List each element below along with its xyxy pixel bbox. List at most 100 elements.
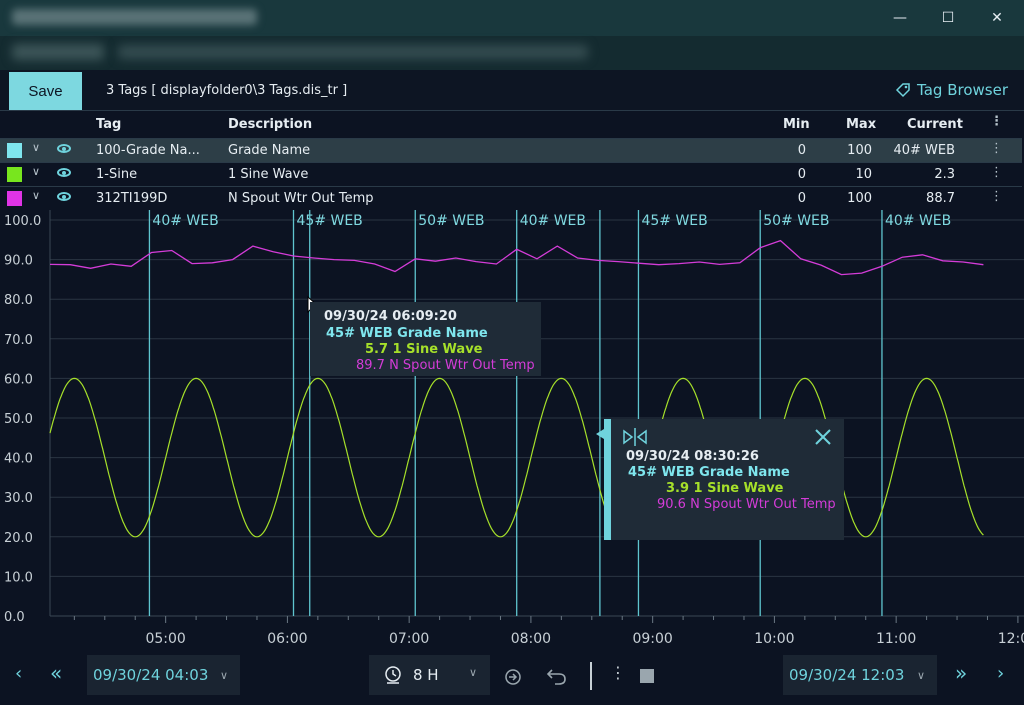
y-tick-label: 10.0 (4, 570, 33, 585)
x-tick-label: 06:00 (267, 631, 307, 647)
y-tick-label: 80.0 (4, 293, 33, 308)
end-time-picker[interactable]: 09/30/24 12:03 ∨ (783, 655, 937, 695)
start-time-picker[interactable]: 09/30/24 04:03 ∨ (87, 655, 240, 695)
row-current: 40# WEB (893, 143, 955, 158)
grade-change-label: 50# WEB (763, 213, 829, 229)
trend-file-title: 3 Tags [ displayfolder0\3 Tags.dis_tr ] (106, 83, 348, 98)
tooltip-time: 09/30/24 06:09:20 (324, 309, 457, 324)
y-tick-label: 0.0 (4, 610, 25, 625)
cursor-split-icon[interactable] (622, 427, 648, 447)
color-swatch[interactable] (7, 143, 22, 158)
grade-change-label: 40# WEB (885, 213, 951, 229)
chevron-down-icon: ∨ (916, 668, 925, 682)
color-swatch[interactable] (7, 167, 22, 182)
tooltip-sine: 5.7 1 Sine Wave (365, 342, 483, 357)
chevron-down-icon[interactable]: ∨ (32, 189, 40, 202)
tooltip-sine: 3.9 1 Sine Wave (666, 481, 784, 496)
step-forward-button[interactable]: › (997, 663, 1004, 684)
tag-icon (895, 83, 910, 98)
hover-tooltip: 09/30/24 06:09:20 45# WEB Grade Name 5.7… (310, 302, 541, 376)
maximize-button[interactable]: ☐ (925, 4, 971, 32)
header-description[interactable]: Description (228, 117, 312, 132)
row-min: 0 (797, 143, 806, 158)
y-tick-label: 20.0 (4, 531, 33, 546)
row-description: Grade Name (228, 143, 311, 158)
row-menu-icon[interactable]: ⋮ (990, 189, 1003, 204)
x-tick-label: 09:00 (632, 631, 672, 647)
grade-change-label: 50# WEB (418, 213, 484, 229)
tooltip-temp: 89.7 N Spout Wtr Out Temp (356, 358, 535, 373)
tag-grid-header: Tag Description Min Max Current ⋮ (0, 113, 1024, 137)
header-menu-icon[interactable]: ⋮ (990, 114, 1003, 129)
tag-browser-button[interactable]: Tag Browser (895, 81, 1008, 99)
y-tick-label: 90.0 (4, 254, 33, 269)
chevron-down-icon: ∨ (219, 668, 228, 682)
go-to-now-icon[interactable] (503, 667, 523, 687)
tooltip-grade: 45# WEB Grade Name (628, 465, 790, 480)
header-current[interactable]: Current (907, 117, 963, 132)
trend-toolbar: Save 3 Tags [ displayfolder0\3 Tags.dis_… (0, 70, 1024, 111)
clock-icon (385, 666, 401, 684)
y-tick-label: 60.0 (4, 372, 33, 387)
tooltip-grade: 45# WEB Grade Name (326, 326, 488, 341)
toolbar-divider (590, 662, 592, 690)
pinned-cursor-tooltip[interactable]: 09/30/24 08:30:26 45# WEB Grade Name 3.9… (604, 419, 844, 540)
tag-row[interactable]: ∨ 312TI199D N Spout Wtr Out Temp 0 100 8… (0, 186, 1022, 210)
tag-browser-label: Tag Browser (917, 81, 1008, 99)
row-min: 0 (797, 191, 806, 206)
cursor-handle[interactable] (604, 419, 611, 540)
window-titlebar[interactable]: — ☐ ✕ (0, 0, 1024, 36)
eye-icon[interactable] (57, 168, 71, 177)
row-max: 100 (847, 143, 872, 158)
tag-row[interactable]: ∨ 100-Grade Na... Grade Name 0 100 40# W… (0, 138, 1022, 162)
close-window-button[interactable]: ✕ (974, 4, 1020, 32)
step-back-button[interactable]: ‹ (15, 663, 22, 684)
x-tick-label: 05:00 (145, 631, 185, 647)
trend-chart[interactable]: 40# WEB 45# WEB 50# WEB 40# WEB 45# WEB 50# W… (0, 210, 1024, 648)
row-tag: 1-Sine (96, 167, 138, 182)
y-tick-label: 100.0 (4, 214, 41, 229)
time-span-selector[interactable]: 8 H ∨ (369, 655, 490, 695)
rewind-button[interactable]: « (50, 661, 62, 685)
end-time-value: 09/30/24 12:03 (789, 666, 905, 684)
row-current: 88.7 (926, 191, 955, 206)
row-menu-icon[interactable]: ⋮ (990, 165, 1003, 180)
header-min[interactable]: Min (783, 117, 810, 132)
row-description: N Spout Wtr Out Temp (228, 191, 374, 206)
header-tag[interactable]: Tag (96, 117, 121, 132)
row-current: 2.3 (934, 167, 955, 182)
eye-icon[interactable] (57, 144, 71, 153)
row-max: 100 (847, 191, 872, 206)
row-tag: 312TI199D (96, 191, 168, 206)
x-tick-label: 11:00 (876, 631, 916, 647)
start-time-value: 09/30/24 04:03 (93, 666, 209, 684)
x-tick-label: 07:00 (389, 631, 429, 647)
fast-forward-button[interactable]: » (955, 661, 967, 685)
header-max[interactable]: Max (846, 117, 876, 132)
stop-icon[interactable] (640, 669, 654, 683)
tag-row[interactable]: ∨ 1-Sine 1 Sine Wave 0 10 2.3 ⋮ (0, 162, 1022, 186)
save-button[interactable]: Save (9, 72, 82, 110)
y-tick-label: 70.0 (4, 333, 33, 348)
color-swatch[interactable] (7, 191, 22, 206)
chevron-down-icon[interactable]: ∨ (32, 141, 40, 154)
grade-change-label: 40# WEB (152, 213, 218, 229)
row-min: 0 (797, 167, 806, 182)
chevron-down-icon[interactable]: ∨ (32, 165, 40, 178)
minimize-button[interactable]: — (877, 4, 923, 32)
time-span-value: 8 H (413, 666, 439, 684)
close-icon[interactable] (814, 428, 832, 446)
chevron-down-icon: ∨ (469, 666, 478, 679)
tooltip-time: 09/30/24 08:30:26 (626, 449, 759, 464)
y-tick-label: 30.0 (4, 491, 33, 506)
tooltip-temp: 90.6 N Spout Wtr Out Temp (657, 497, 836, 512)
more-options-icon[interactable]: ⋮ (610, 663, 626, 682)
blurred-nav-area (12, 44, 104, 60)
row-description: 1 Sine Wave (228, 167, 309, 182)
blurred-window-title (12, 9, 257, 25)
x-tick-label: 08:00 (511, 631, 551, 647)
eye-icon[interactable] (57, 192, 71, 201)
undo-icon[interactable] (546, 666, 568, 686)
grade-change-label: 40# WEB (520, 213, 586, 229)
row-menu-icon[interactable]: ⋮ (990, 141, 1003, 156)
